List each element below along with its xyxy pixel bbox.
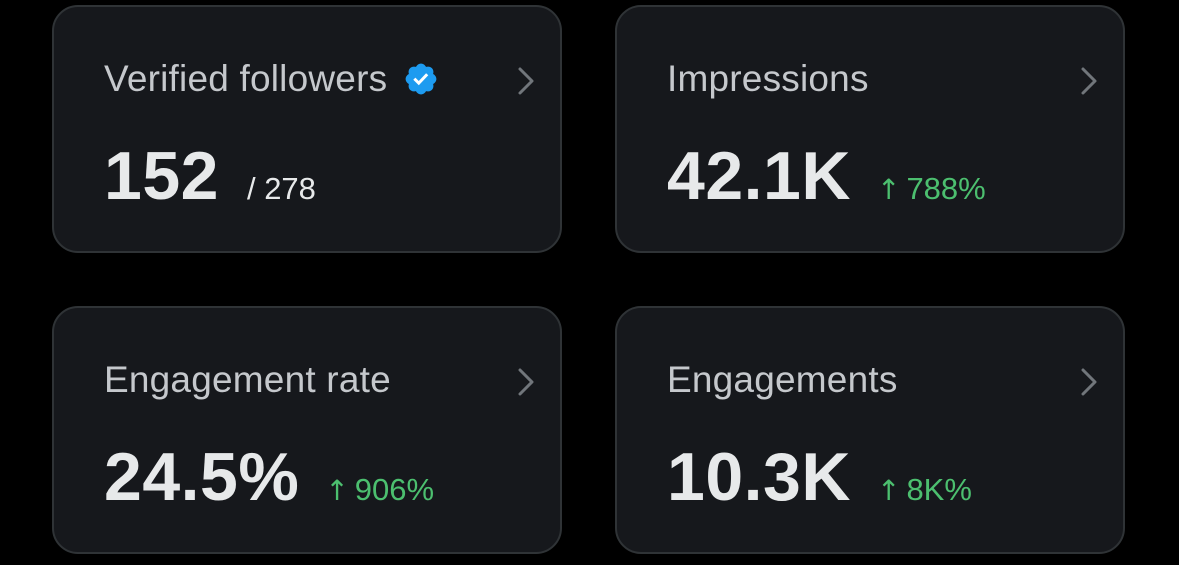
- verified-badge-icon: [405, 63, 437, 95]
- metric-delta: ↑ 788%: [877, 171, 986, 207]
- metric-delta: ↑ 8K%: [877, 472, 972, 508]
- verified-followers-card[interactable]: Verified followers 152 / 278: [52, 5, 562, 253]
- engagements-card[interactable]: Engagements 10.3K ↑ 8K%: [615, 306, 1125, 554]
- metric-value-row: 10.3K ↑ 8K%: [667, 438, 972, 518]
- arrow-up-icon: ↑: [876, 173, 901, 206]
- chevron-right-icon[interactable]: [512, 65, 540, 97]
- metric-value-row: 42.1K ↑ 788%: [667, 137, 986, 217]
- metric-value-row: 152 / 278: [104, 137, 316, 217]
- delta-value: 788%: [906, 171, 986, 206]
- delta-value: 906%: [354, 472, 435, 507]
- card-header: Engagement rate: [104, 358, 391, 402]
- delta-value: 8K%: [906, 472, 972, 507]
- card-header: Engagements: [667, 358, 898, 402]
- metric-value: 10.3K: [667, 439, 851, 515]
- impressions-card[interactable]: Impressions 42.1K ↑ 788%: [615, 5, 1125, 253]
- card-title: Engagement rate: [104, 359, 391, 400]
- metric-value: 42.1K: [667, 138, 851, 214]
- chevron-right-icon[interactable]: [1075, 65, 1103, 97]
- metric-value: 24.5%: [104, 439, 300, 515]
- card-title: Engagements: [667, 359, 898, 400]
- card-header: Impressions: [667, 57, 869, 101]
- metric-total: / 278: [246, 171, 316, 206]
- card-title: Impressions: [667, 58, 869, 99]
- card-header: Verified followers: [104, 57, 439, 101]
- card-title: Verified followers: [104, 58, 388, 99]
- metric-delta: ↑ 906%: [325, 472, 434, 508]
- arrow-up-icon: ↑: [325, 474, 349, 507]
- arrow-up-icon: ↑: [876, 474, 901, 507]
- metric-value: 152: [104, 138, 219, 214]
- metric-value-row: 24.5% ↑ 906%: [104, 438, 434, 518]
- engagement-rate-card[interactable]: Engagement rate 24.5% ↑ 906%: [52, 306, 562, 554]
- chevron-right-icon[interactable]: [1075, 366, 1103, 398]
- chevron-right-icon[interactable]: [512, 366, 540, 398]
